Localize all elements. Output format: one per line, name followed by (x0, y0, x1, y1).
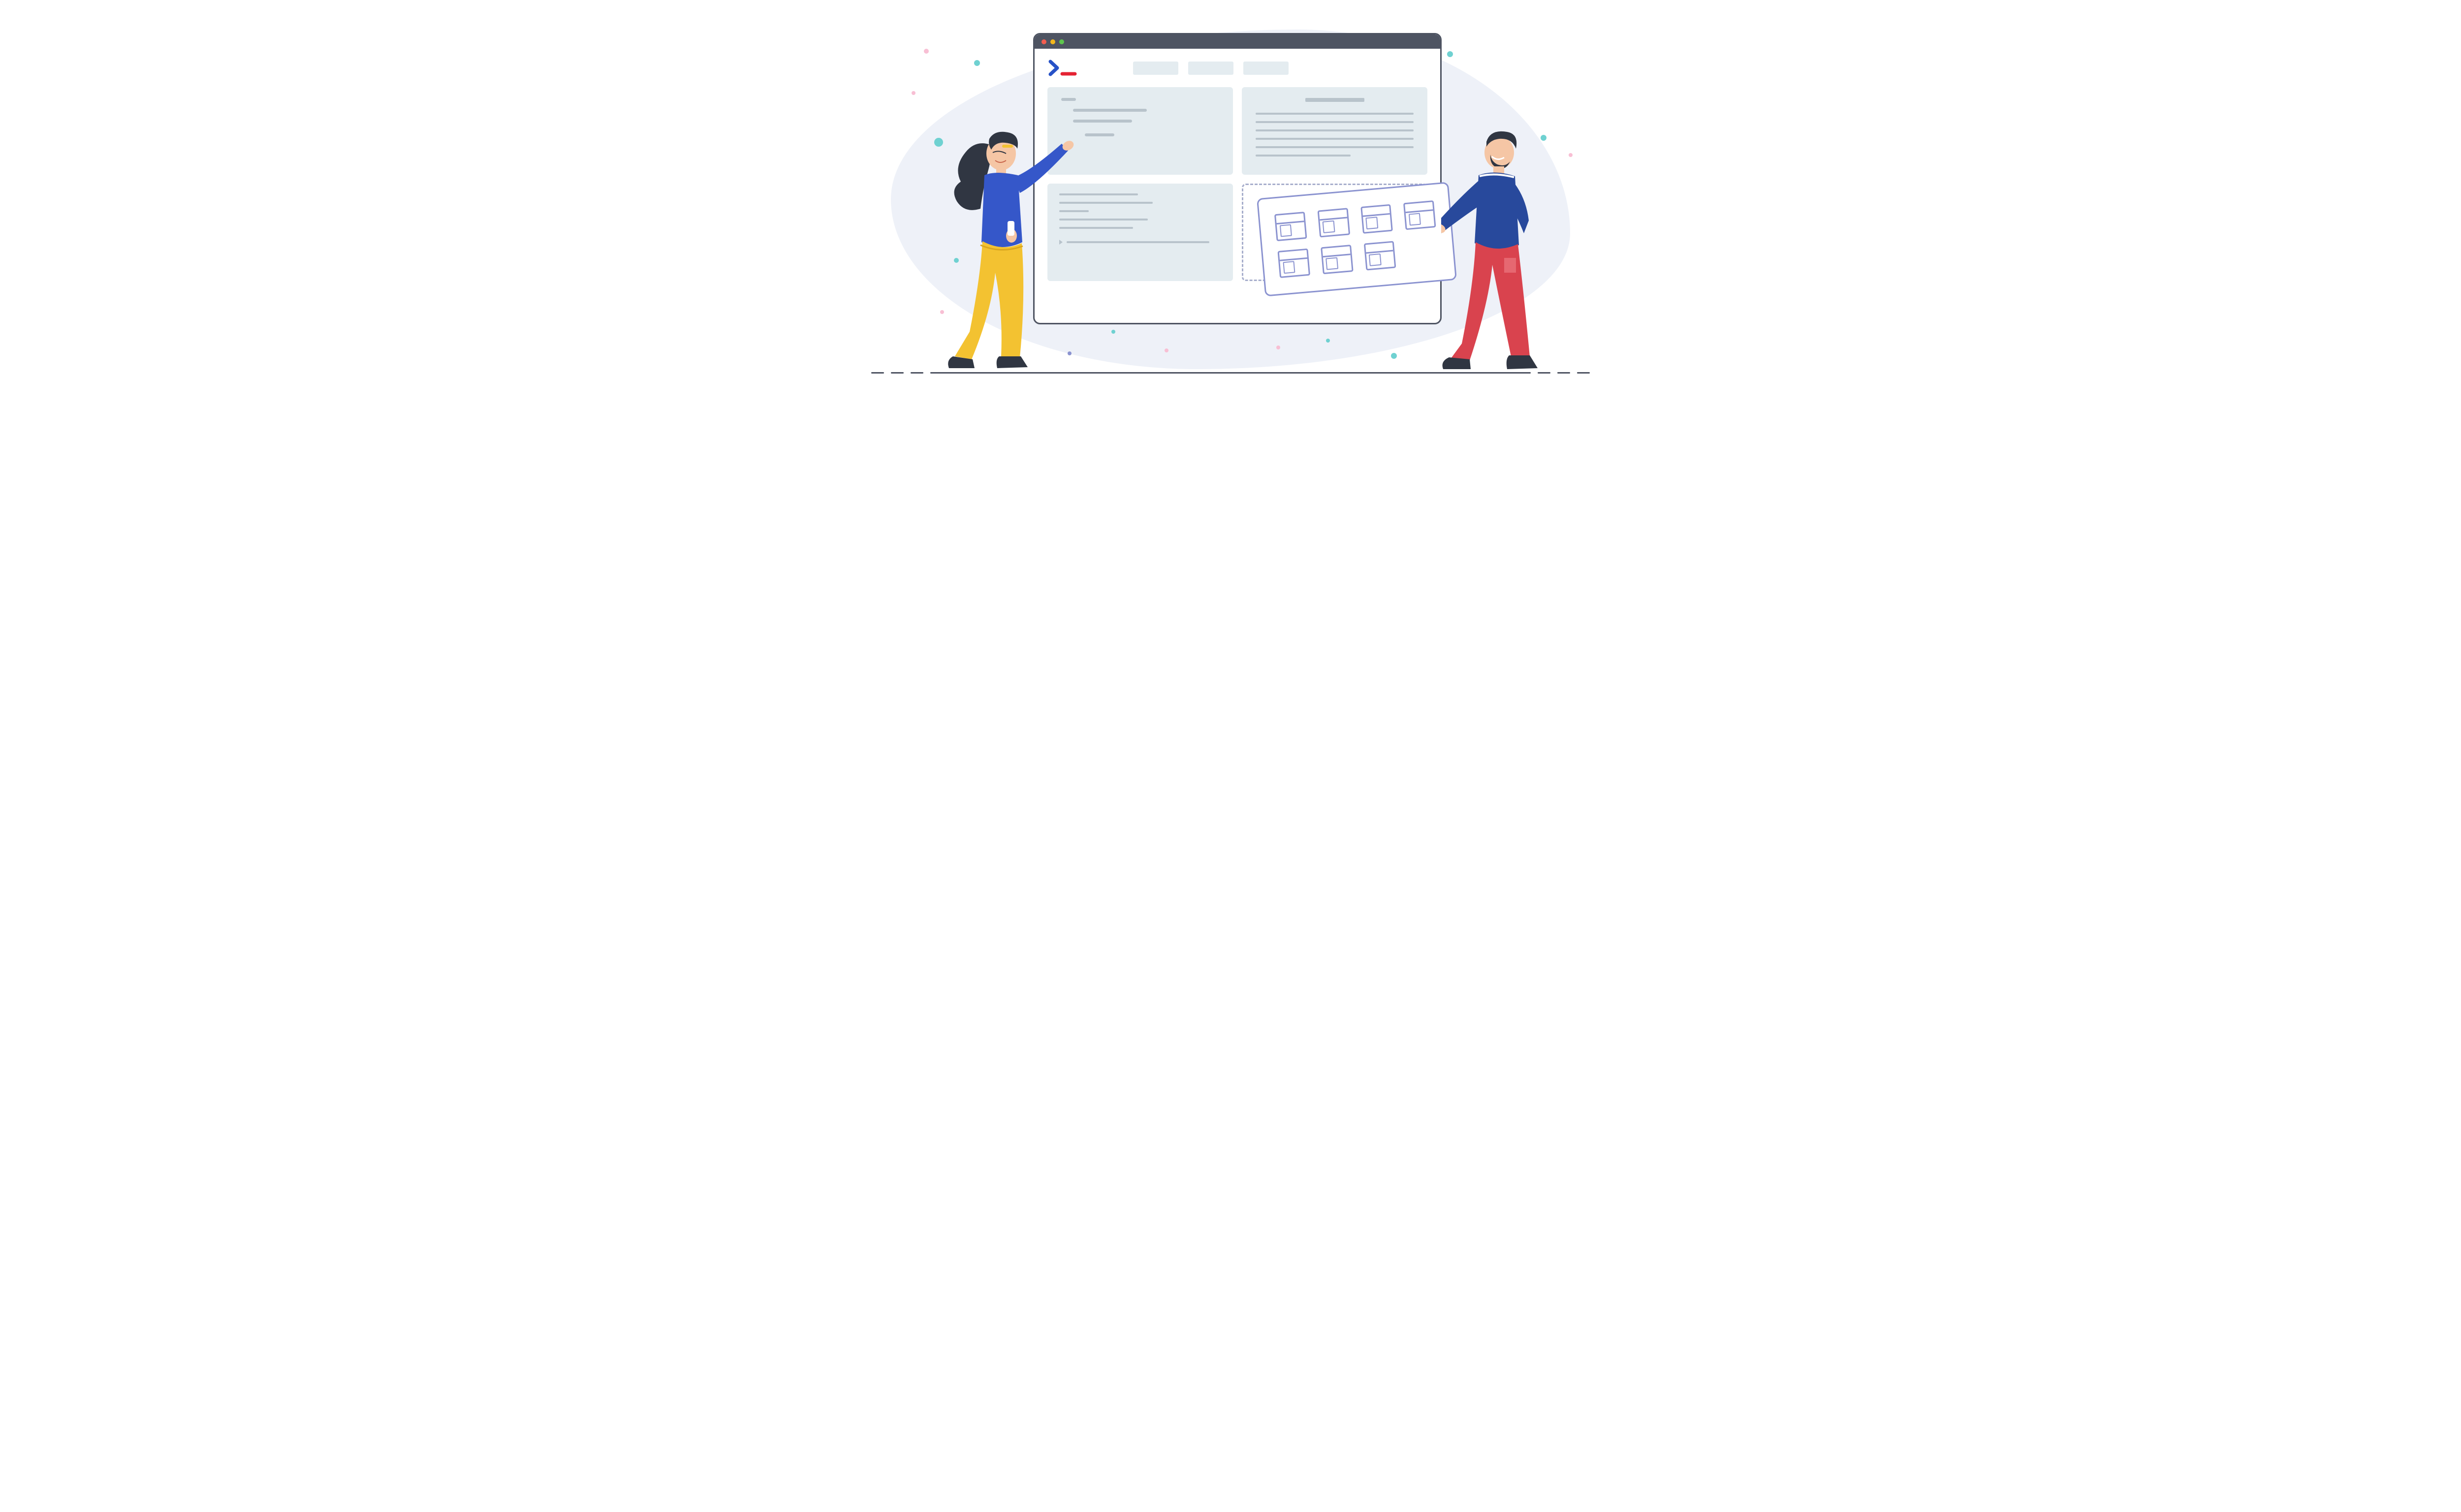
window-icon (1277, 249, 1310, 278)
person-woman (946, 125, 1084, 376)
terminal-logo-icon (1047, 60, 1077, 76)
person-man (1441, 127, 1545, 376)
decorative-dot (1569, 153, 1573, 157)
window-icon (1360, 204, 1393, 234)
decorative-dot (912, 91, 915, 95)
decorative-dot (1165, 348, 1168, 352)
decorative-dot (1276, 346, 1280, 349)
decorative-dot (924, 49, 929, 54)
nav-tabs (1133, 62, 1289, 75)
titlebar (1035, 34, 1440, 49)
nav-tab[interactable] (1188, 62, 1233, 75)
window-icon (1321, 245, 1353, 274)
nav-tab[interactable] (1243, 62, 1289, 75)
document-pane (1242, 87, 1427, 175)
close-icon[interactable] (1041, 39, 1046, 44)
decorative-dot (1391, 353, 1397, 359)
decorative-dot (1326, 339, 1330, 343)
window-icon (1363, 241, 1396, 270)
minimize-icon[interactable] (1050, 39, 1055, 44)
decorative-dot (1447, 51, 1453, 57)
decorative-dot (1111, 330, 1115, 334)
window-header (1035, 49, 1440, 87)
zoom-icon[interactable] (1059, 39, 1064, 44)
illustration-scene (861, 0, 1600, 387)
decorative-dot (940, 310, 944, 314)
widgets-card[interactable] (1257, 182, 1457, 296)
decorative-dot (974, 60, 980, 66)
nav-tab[interactable] (1133, 62, 1178, 75)
window-icon (1317, 208, 1350, 237)
decorative-dot (934, 138, 943, 147)
window-icon (1403, 200, 1436, 230)
window-icon (1274, 212, 1307, 241)
